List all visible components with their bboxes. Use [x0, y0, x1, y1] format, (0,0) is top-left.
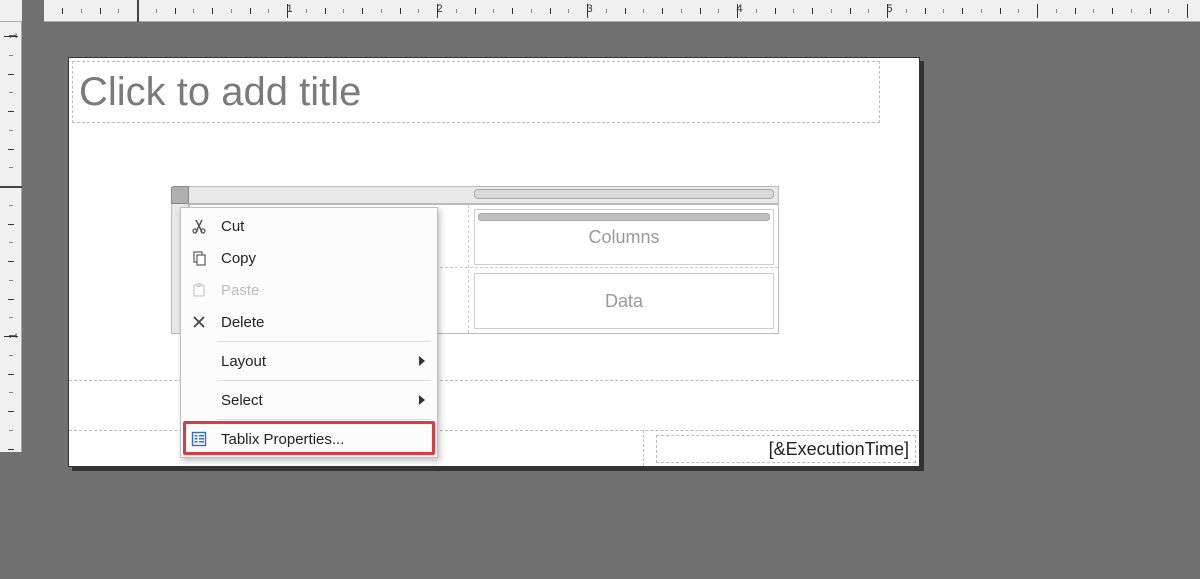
- menu-separator: [217, 341, 431, 342]
- ruler-gap: [22, 0, 44, 22]
- ruler-horizontal-origin: [137, 0, 139, 22]
- section-separator: [643, 430, 644, 466]
- tablix-columns-label: Columns: [588, 227, 659, 248]
- cut-icon: [189, 216, 209, 236]
- menu-item-paste: Paste: [181, 274, 437, 306]
- menu-item-tablix-properties[interactable]: Tablix Properties...: [181, 423, 437, 455]
- ruler-horizontal[interactable]: 12345: [44, 0, 1200, 22]
- menu-item-copy[interactable]: Copy: [181, 242, 437, 274]
- menu-separator: [217, 380, 431, 381]
- menu-item-label: Tablix Properties...: [221, 431, 344, 448]
- report-footer-textbox[interactable]: [&ExecutionTime]: [656, 435, 916, 463]
- properties-icon: [189, 429, 209, 449]
- menu-item-layout[interactable]: Layout: [181, 345, 437, 377]
- tablix-column-grip[interactable]: [474, 189, 774, 199]
- tablix-gridline: [468, 205, 469, 333]
- blank-icon: [189, 351, 209, 371]
- delete-icon: [189, 312, 209, 332]
- menu-item-label: Paste: [221, 282, 259, 299]
- copy-icon: [189, 248, 209, 268]
- context-menu: Cut Copy Paste Delete Layout Select Tabl…: [180, 207, 438, 458]
- paste-icon: [189, 280, 209, 300]
- menu-item-cut[interactable]: Cut: [181, 210, 437, 242]
- tablix-data-label: Data: [605, 291, 643, 312]
- menu-item-label: Copy: [221, 250, 256, 267]
- menu-item-label: Delete: [221, 314, 264, 331]
- menu-item-label: Select: [221, 392, 263, 409]
- report-title-textbox[interactable]: Click to add title: [72, 61, 880, 123]
- menu-separator: [217, 419, 431, 420]
- submenu-arrow-icon: [419, 395, 425, 405]
- tablix-corner-handle[interactable]: [171, 186, 189, 204]
- menu-item-delete[interactable]: Delete: [181, 306, 437, 338]
- menu-item-label: Cut: [221, 218, 244, 235]
- ruler-vertical-origin: [0, 186, 22, 188]
- blank-icon: [189, 390, 209, 410]
- report-title-placeholder: Click to add title: [79, 70, 361, 115]
- tablix-columns-cell[interactable]: Columns: [474, 209, 774, 265]
- ruler-vertical[interactable]: 11: [0, 22, 22, 452]
- tablix-column-handle[interactable]: [189, 186, 779, 204]
- menu-item-select[interactable]: Select: [181, 384, 437, 416]
- submenu-arrow-icon: [419, 356, 425, 366]
- menu-item-label: Layout: [221, 353, 266, 370]
- tablix-data-cell[interactable]: Data: [474, 273, 774, 329]
- report-footer-expression: [&ExecutionTime]: [769, 439, 909, 460]
